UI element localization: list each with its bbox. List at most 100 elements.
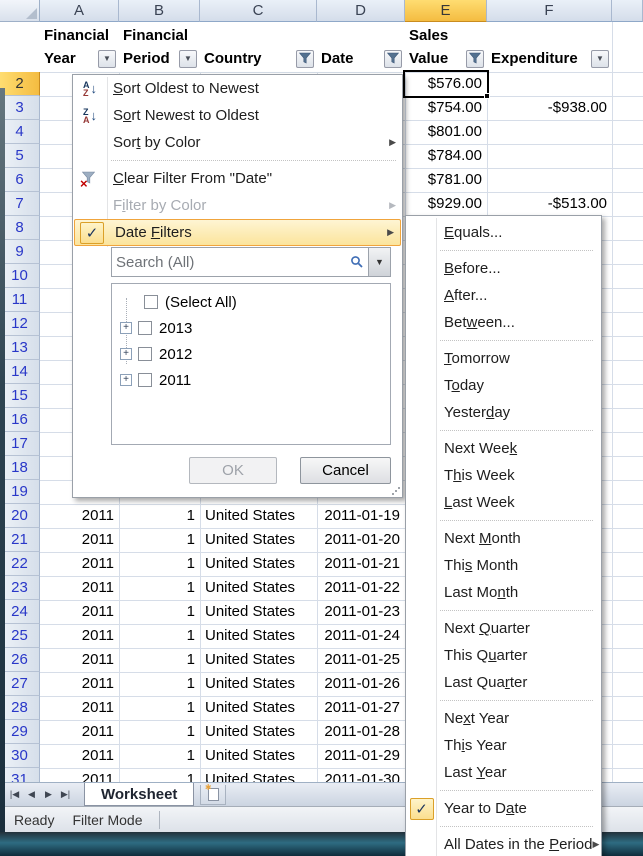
column-header-d[interactable]: D: [317, 0, 405, 22]
submenu-item-this-year[interactable]: This Year: [406, 732, 601, 759]
cell-c28[interactable]: United States: [200, 696, 317, 720]
cell-e3[interactable]: $754.00: [405, 96, 487, 120]
submenu-item-today[interactable]: Today: [406, 372, 601, 399]
row-header-29[interactable]: 29: [0, 720, 40, 744]
cell-d22[interactable]: 2011-01-21: [317, 552, 405, 576]
header-cell-year[interactable]: FinancialYear▼: [40, 22, 119, 72]
select-all-corner[interactable]: [0, 0, 40, 22]
header-cell-period[interactable]: FinancialPeriod▼: [119, 22, 200, 72]
header-cell-value[interactable]: SalesValue: [405, 22, 487, 72]
cell-b27[interactable]: 1: [119, 672, 200, 696]
column-header-partial[interactable]: [612, 0, 643, 22]
tab-nav-last-icon[interactable]: ▶|: [57, 789, 74, 800]
cell-e4[interactable]: $801.00: [405, 120, 487, 144]
tab-nav-prev-icon[interactable]: ◀: [23, 789, 40, 800]
cell-c25[interactable]: United States: [200, 624, 317, 648]
cell-a22[interactable]: 2011: [40, 552, 119, 576]
tab-nav-next-icon[interactable]: ▶: [40, 789, 57, 800]
resize-grip[interactable]: [391, 486, 401, 496]
cell-d24[interactable]: 2011-01-23: [317, 600, 405, 624]
row-header-19[interactable]: 19: [0, 480, 40, 504]
tree-item-2012[interactable]: +2012: [116, 341, 386, 367]
row-header-20[interactable]: 20: [0, 504, 40, 528]
submenu-item-last-month[interactable]: Last Month: [406, 579, 601, 606]
submenu-item-next-week[interactable]: Next Week: [406, 435, 601, 462]
cell-c26[interactable]: United States: [200, 648, 317, 672]
tab-worksheet[interactable]: Worksheet: [84, 783, 194, 806]
cell-b20[interactable]: 1: [119, 504, 200, 528]
row-header-23[interactable]: 23: [0, 576, 40, 600]
column-header-e[interactable]: E: [405, 0, 487, 22]
cell-c20[interactable]: United States: [200, 504, 317, 528]
cell-d30[interactable]: 2011-01-29: [317, 744, 405, 768]
cell-b23[interactable]: 1: [119, 576, 200, 600]
cell-d21[interactable]: 2011-01-20: [317, 528, 405, 552]
cell-d28[interactable]: 2011-01-27: [317, 696, 405, 720]
filter-dropdown-button-f[interactable]: ▼: [591, 50, 609, 68]
tree-item-2013[interactable]: +2013: [116, 315, 386, 341]
submenu-item-tomorrow[interactable]: Tomorrow: [406, 345, 601, 372]
cell-f3[interactable]: -$938.00: [487, 96, 612, 120]
cell-c23[interactable]: United States: [200, 576, 317, 600]
cell-a29[interactable]: 2011: [40, 720, 119, 744]
menu-item-sort-newest-to-oldest[interactable]: ZA↓Sort Newest to Oldest: [73, 102, 402, 129]
tree-item-2011[interactable]: +2011: [116, 367, 386, 393]
submenu-item-before[interactable]: Before...: [406, 255, 601, 282]
row-header-9[interactable]: 9: [0, 240, 40, 264]
cell-c24[interactable]: United States: [200, 600, 317, 624]
cell-f7[interactable]: -$513.00: [487, 192, 612, 216]
cell-c30[interactable]: United States: [200, 744, 317, 768]
row-header-5[interactable]: 5: [0, 144, 40, 168]
cell-b30[interactable]: 1: [119, 744, 200, 768]
submenu-item-between[interactable]: Between...: [406, 309, 601, 336]
checkbox-2013[interactable]: [138, 321, 152, 335]
search-dropdown-button[interactable]: ▼: [369, 247, 391, 277]
cell-a23[interactable]: 2011: [40, 576, 119, 600]
filter-dropdown-button-b[interactable]: ▼: [179, 50, 197, 68]
cell-e7[interactable]: $929.00: [405, 192, 487, 216]
row-header-8[interactable]: 8: [0, 216, 40, 240]
fill-handle[interactable]: [484, 93, 490, 99]
column-header-b[interactable]: B: [119, 0, 200, 22]
cell-d29[interactable]: 2011-01-28: [317, 720, 405, 744]
cell-a27[interactable]: 2011: [40, 672, 119, 696]
filter-applied-button-e[interactable]: [466, 50, 484, 68]
row-header-11[interactable]: 11: [0, 288, 40, 312]
row-header-3[interactable]: 3: [0, 96, 40, 120]
row-header-10[interactable]: 10: [0, 264, 40, 288]
cell-d26[interactable]: 2011-01-25: [317, 648, 405, 672]
submenu-item-all-dates-in-the-period[interactable]: All Dates in the Period▶: [406, 831, 601, 856]
tab-nav-first-icon[interactable]: |◀: [6, 789, 23, 800]
cell-b21[interactable]: 1: [119, 528, 200, 552]
cell-b25[interactable]: 1: [119, 624, 200, 648]
row-header-17[interactable]: 17: [0, 432, 40, 456]
row-header-27[interactable]: 27: [0, 672, 40, 696]
row-header-12[interactable]: 12: [0, 312, 40, 336]
cell-b28[interactable]: 1: [119, 696, 200, 720]
cell-c22[interactable]: United States: [200, 552, 317, 576]
submenu-item-this-quarter[interactable]: This Quarter: [406, 642, 601, 669]
row-header-6[interactable]: 6: [0, 168, 40, 192]
header-cell-country[interactable]: Country: [200, 22, 317, 72]
cell-c21[interactable]: United States: [200, 528, 317, 552]
cell-a30[interactable]: 2011: [40, 744, 119, 768]
search-input[interactable]: [112, 254, 350, 271]
row-header-15[interactable]: 15: [0, 384, 40, 408]
submenu-item-equals[interactable]: Equals...: [406, 219, 601, 246]
row-header-13[interactable]: 13: [0, 336, 40, 360]
menu-item-clear-filter-from-date[interactable]: ×Clear Filter From "Date": [73, 165, 402, 192]
cell-d27[interactable]: 2011-01-26: [317, 672, 405, 696]
filter-dropdown-button-a[interactable]: ▼: [98, 50, 116, 68]
filter-applied-button-d[interactable]: [384, 50, 402, 68]
cell-a25[interactable]: 2011: [40, 624, 119, 648]
row-header-28[interactable]: 28: [0, 696, 40, 720]
submenu-item-last-year[interactable]: Last Year: [406, 759, 601, 786]
cell-b26[interactable]: 1: [119, 648, 200, 672]
cell-d25[interactable]: 2011-01-24: [317, 624, 405, 648]
column-header-a[interactable]: A: [40, 0, 119, 22]
row-header-2[interactable]: 2: [0, 72, 40, 96]
column-header-c[interactable]: C: [200, 0, 317, 22]
submenu-item-next-month[interactable]: Next Month: [406, 525, 601, 552]
submenu-item-this-week[interactable]: This Week: [406, 462, 601, 489]
menu-item-date-filters[interactable]: ✓Date Filters▶: [74, 219, 401, 246]
